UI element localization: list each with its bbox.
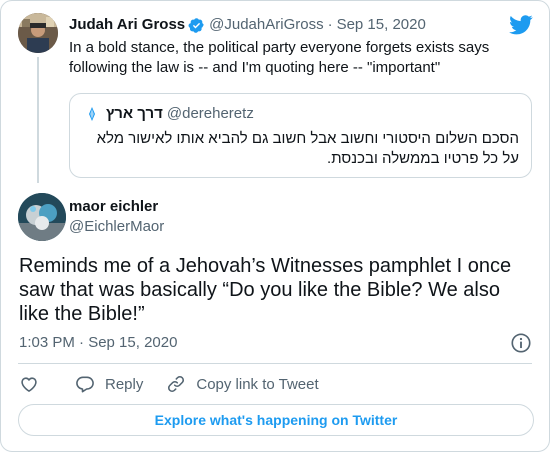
parent-tweet-date[interactable]: Sep 15, 2020: [337, 15, 426, 35]
explore-twitter-button[interactable]: Explore what's happening on Twitter: [18, 404, 534, 436]
info-icon[interactable]: [510, 332, 532, 354]
copy-link-label: Copy link to Tweet: [196, 375, 319, 393]
heart-icon: [21, 377, 37, 392]
thread-connector-line: [37, 57, 39, 183]
main-author-handle[interactable]: @EichlerMaor: [69, 217, 164, 237]
quoted-tweet[interactable]: דרך ארץ @dereheretz הסכם השלום היסטורי ו…: [69, 93, 532, 178]
quoted-author-name: דרך ארץ: [106, 105, 163, 122]
main-tweet-text: Reminds me of a Jehovah’s Witnesses pamp…: [19, 255, 512, 325]
copy-link-button[interactable]: Copy link to Tweet: [166, 374, 319, 394]
twitter-bird-icon[interactable]: [509, 15, 533, 35]
quoted-tweet-text: הסכם השלום היסטורי וחשוב אבל חשוב גם להב…: [96, 130, 519, 167]
divider: [18, 363, 532, 364]
link-icon: [168, 376, 185, 392]
tweet-timestamp[interactable]: 1:03 PM · Sep 15, 2020: [19, 333, 177, 353]
main-author-name[interactable]: maor eichler: [69, 197, 158, 217]
quoted-tweet-header: דרך ארץ @dereheretz: [82, 104, 254, 124]
header-separator: ·: [327, 16, 333, 33]
parent-tweet-text: In a bold stance, the political party ev…: [69, 39, 490, 76]
quoted-author-handle: @dereheretz: [166, 105, 254, 122]
reply-label: Reply: [105, 375, 144, 393]
reply-bubble-icon: [76, 376, 94, 393]
tweet-actions-bar: Reply Copy link to Tweet: [19, 373, 342, 395]
embedded-tweet-card: Judah Ari Gross @JudahAriGross · Sep 15,…: [0, 0, 550, 452]
parent-author-handle[interactable]: @JudahAriGross: [209, 15, 323, 35]
like-button[interactable]: [19, 374, 39, 394]
reply-button[interactable]: Reply: [75, 374, 143, 394]
quoted-author-avatar: [82, 104, 102, 124]
verified-badge-icon: [188, 17, 204, 33]
parent-author-avatar[interactable]: [18, 13, 58, 53]
parent-author-name[interactable]: Judah Ari Gross: [69, 15, 185, 35]
main-author-avatar[interactable]: [18, 193, 66, 241]
parent-tweet-header: Judah Ari Gross @JudahAriGross · Sep 15,…: [69, 15, 509, 35]
